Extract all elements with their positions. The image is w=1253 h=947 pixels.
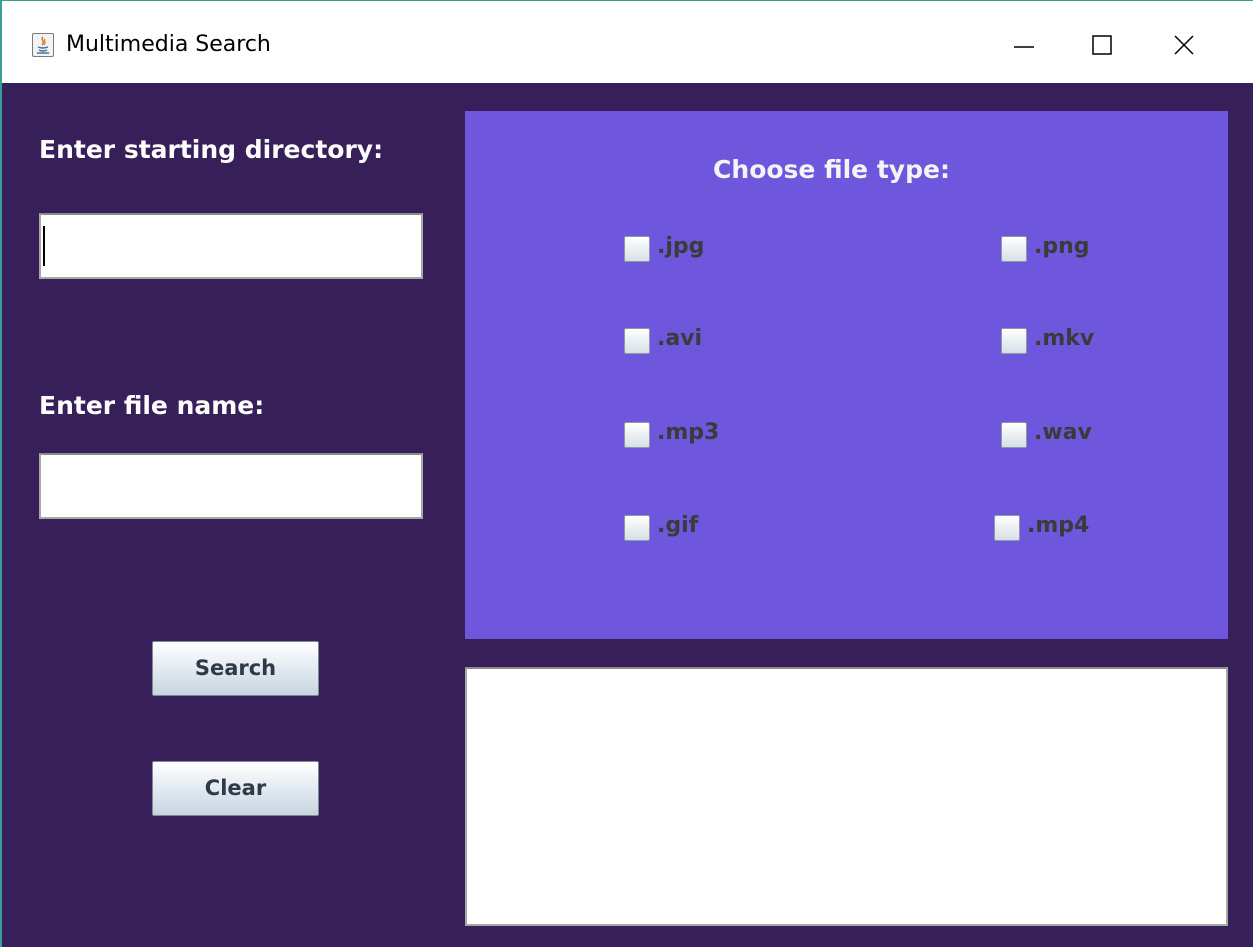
checkbox-box[interactable] bbox=[1001, 328, 1027, 354]
minimize-button[interactable] bbox=[1002, 27, 1046, 63]
directory-label: Enter starting directory: bbox=[39, 135, 384, 164]
checkbox-box[interactable] bbox=[1001, 236, 1027, 262]
checkbox-label: .mp4 bbox=[1027, 513, 1090, 538]
results-textarea[interactable] bbox=[465, 667, 1228, 926]
directory-input[interactable] bbox=[39, 213, 423, 279]
checkbox-box[interactable] bbox=[994, 515, 1020, 541]
close-button[interactable] bbox=[1162, 27, 1206, 63]
app-window: Multimedia Search Enter starting directo… bbox=[0, 0, 1253, 947]
checkbox-box[interactable] bbox=[624, 422, 650, 448]
maximize-button[interactable] bbox=[1080, 27, 1124, 63]
checkbox-box[interactable] bbox=[624, 236, 650, 262]
java-icon bbox=[32, 33, 54, 57]
checkbox-label: .mp3 bbox=[657, 420, 720, 445]
checkbox-label: .wav bbox=[1034, 420, 1092, 445]
checkbox-box[interactable] bbox=[1001, 422, 1027, 448]
checkbox-label: .mkv bbox=[1034, 326, 1095, 351]
text-caret bbox=[43, 226, 45, 266]
file-type-title: Choose file type: bbox=[713, 155, 950, 184]
checkbox-label: .gif bbox=[657, 513, 699, 538]
window-title: Multimedia Search bbox=[66, 32, 271, 57]
search-button[interactable]: Search bbox=[152, 641, 319, 696]
file-name-input[interactable] bbox=[39, 453, 423, 519]
checkbox-box[interactable] bbox=[624, 328, 650, 354]
checkbox-label: .avi bbox=[657, 326, 703, 351]
checkbox-label: .png bbox=[1034, 234, 1090, 259]
clear-button[interactable]: Clear bbox=[152, 761, 319, 816]
main-content: Enter starting directory: Enter file nam… bbox=[2, 83, 1253, 947]
title-bar[interactable]: Multimedia Search bbox=[2, 1, 1253, 83]
checkbox-label: .jpg bbox=[657, 234, 705, 259]
checkbox-box[interactable] bbox=[624, 515, 650, 541]
file-type-panel: Choose file type: .jpg .png .avi .mkv .m… bbox=[465, 111, 1228, 639]
file-name-label: Enter file name: bbox=[39, 391, 265, 420]
